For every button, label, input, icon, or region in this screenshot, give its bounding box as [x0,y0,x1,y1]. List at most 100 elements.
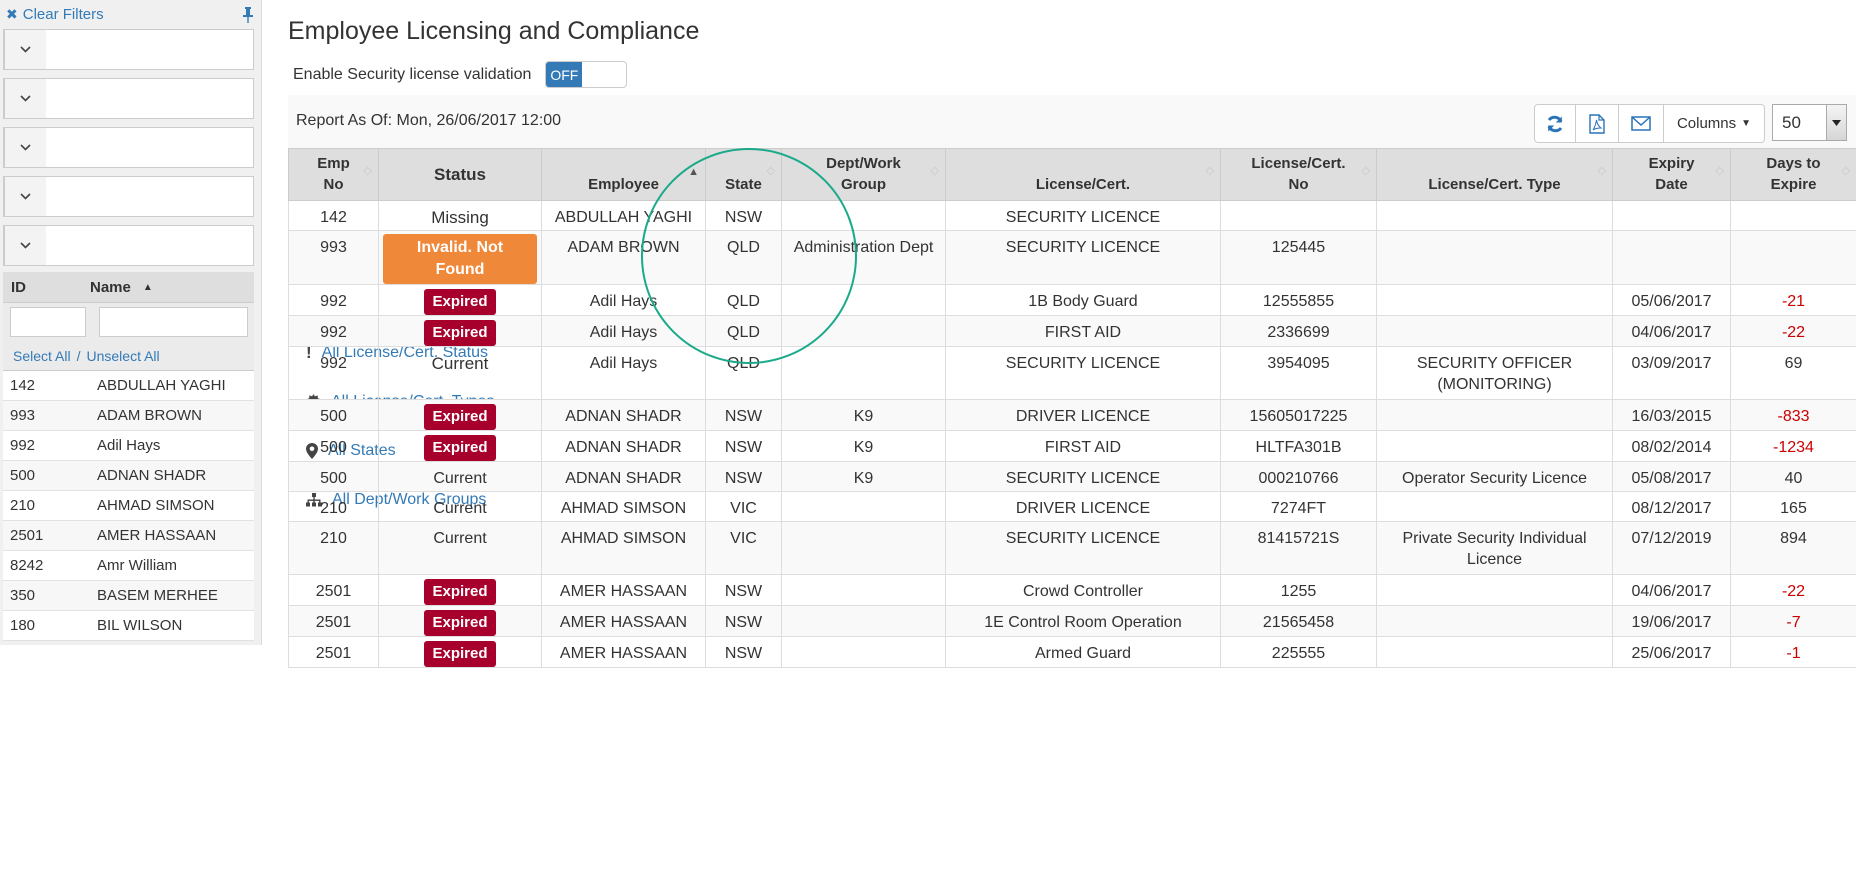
id-column-header[interactable]: ID [3,279,90,296]
days-cell: -833 [1731,400,1856,431]
close-icon: ✖ [6,6,18,23]
employee-list-item[interactable]: 500ADNAN SHADR [3,461,254,491]
state-cell: VIC [706,522,782,575]
state-filter[interactable]: All States [3,127,254,168]
state-cell: NSW [706,400,782,431]
employee-list-item[interactable]: 210AHMAD SIMSON [3,491,254,521]
table-row[interactable]: 500ExpiredADNAN SHADRNSWK9DRIVER LICENCE… [289,400,1856,431]
expiry-cell: 04/06/2017 [1613,316,1731,347]
status-cell: Missing [379,201,542,231]
table-row[interactable]: 142MissingABDULLAH YAGHINSWSECURITY LICE… [289,201,1856,231]
license-cell: SECURITY LICENCE [946,201,1221,231]
employee-cell: Adil Hays [542,316,706,347]
expired-badge: Expired [424,435,495,461]
state-cell: NSW [706,431,782,462]
employee-list-item[interactable]: 142ABDULLAH YAGHI [3,371,254,401]
license-cell: SECURITY LICENCE [946,347,1221,400]
license-header[interactable]: License/Cert.◇ [946,149,1221,201]
type-filter[interactable]: All License/Cert. Types [3,78,254,119]
chevron-down-icon[interactable] [4,177,46,216]
status-cell: Invalid. Not Found [379,231,542,285]
table-row[interactable]: 500ExpiredADNAN SHADRNSWK9FIRST AIDHLTFA… [289,431,1856,462]
security-validation-row: Enable Security license validation OFF [293,61,627,88]
dept-cell [782,637,946,668]
employee-list-item[interactable]: 8242Amr William [3,551,254,581]
dept-header[interactable]: Dept/WorkGroup◇ [782,149,946,201]
header-text: Status [434,165,486,184]
name-filter-input[interactable] [99,307,248,337]
table-row[interactable]: 500CurrentADNAN SHADRNSWK9SECURITY LICEN… [289,462,1856,492]
expiry-header[interactable]: ExpiryDate◇ [1613,149,1731,201]
employee-list-item[interactable]: 180BIL WILSON [3,611,254,641]
table-row[interactable]: 2501ExpiredAMER HASSAANNSW1E Control Roo… [289,606,1856,637]
table-row[interactable]: 2501ExpiredAMER HASSAANNSWArmed Guard225… [289,637,1856,668]
license-type-header[interactable]: License/Cert. Type◇ [1377,149,1613,201]
employee-name: AHMAD SIMSON [97,497,254,514]
header-text: License/Cert. Type [1428,176,1560,193]
id-filter-input[interactable] [10,307,86,337]
license-cell: SECURITY LICENCE [946,231,1221,285]
report-as-of: Report As Of: Mon, 26/06/2017 12:00 [296,112,561,130]
table-row[interactable]: 992CurrentAdil HaysQLDSECURITY LICENCE39… [289,347,1856,400]
employee-id: 992 [3,437,97,454]
table-row[interactable]: 2501ExpiredAMER HASSAANNSWCrowd Controll… [289,575,1856,606]
chevron-down-icon[interactable] [4,226,46,265]
table-row[interactable]: 210CurrentAHMAD SIMSONVICDRIVER LICENCE7… [289,492,1856,522]
unselect-all-link[interactable]: Unselect All [86,348,159,364]
expiry-cell: 19/06/2017 [1613,606,1731,637]
sort-icon: ◇ [364,166,372,176]
employee-list-item[interactable]: 992Adil Hays [3,431,254,461]
caret-down-icon[interactable] [1826,105,1846,140]
columns-dropdown[interactable]: Columns ▼ [1663,104,1765,143]
chevron-down-icon[interactable] [4,79,46,118]
page-size-select[interactable]: 50 [1772,104,1847,141]
chevron-down-icon[interactable] [4,128,46,167]
emp-no-header[interactable]: EmpNo◇ [289,149,379,201]
status-cell: Expired [379,575,542,606]
license-type-cell [1377,231,1613,285]
chevron-down-icon[interactable] [4,30,46,69]
header-text: Dept/Work [826,155,901,172]
email-icon [1631,116,1651,131]
page-title: Employee Licensing and Compliance [288,17,699,46]
name-column-header[interactable]: Name ▲ [90,279,254,296]
employee-list-item[interactable]: 350BASEM MERHEE [3,581,254,611]
days-cell: -21 [1731,285,1856,316]
table-toolbar: Columns ▼ [1535,104,1765,143]
status-filter[interactable]: !All License/Cert. Status [3,29,254,70]
employee-list-item[interactable]: 993ADAM BROWN [3,401,254,431]
header-text: Employee [588,176,659,193]
license-no-cell: 000210766 [1221,462,1377,492]
dept-cell [782,285,946,316]
expires-filter[interactable]: Expires Within.. [3,225,254,266]
expired-badge: Expired [424,289,495,315]
days-header[interactable]: Days toExpire◇ [1731,149,1856,201]
employee-list-item[interactable]: 2501AMER HASSAAN [3,521,254,551]
dept-filter[interactable]: All Dept/Work Groups [3,176,254,217]
dept-cell [782,575,946,606]
table-row[interactable]: 993Invalid. Not FoundADAM BROWNQLDAdmini… [289,231,1856,285]
license-cell: FIRST AID [946,431,1221,462]
status-header[interactable]: Status [379,149,542,201]
license-cell: Armed Guard [946,637,1221,668]
dept-cell [782,606,946,637]
pin-icon[interactable] [242,7,254,23]
table-row[interactable]: 210CurrentAHMAD SIMSONVICSECURITY LICENC… [289,522,1856,575]
email-button[interactable] [1618,104,1664,143]
table-row[interactable]: 992ExpiredAdil HaysQLD1B Body Guard12555… [289,285,1856,316]
refresh-button[interactable] [1534,104,1576,143]
state-header[interactable]: State◇ [706,149,782,201]
employee-cell: ADNAN SHADR [542,462,706,492]
employee-header[interactable]: Employee▲ [542,149,706,201]
license-no-header[interactable]: License/Cert.No◇ [1221,149,1377,201]
status-cell: Expired [379,637,542,668]
clear-filters-link[interactable]: ✖ Clear Filters [6,6,104,23]
security-validation-toggle[interactable]: OFF [545,61,627,88]
pdf-export-button[interactable] [1575,104,1619,143]
expiry-cell: 03/09/2017 [1613,347,1731,400]
expired-badge: Expired [424,404,495,430]
employee-id: 2501 [3,527,97,544]
table-row[interactable]: 992ExpiredAdil HaysQLDFIRST AID233669904… [289,316,1856,347]
dept-cell [782,492,946,522]
select-all-link[interactable]: Select All [13,348,71,364]
